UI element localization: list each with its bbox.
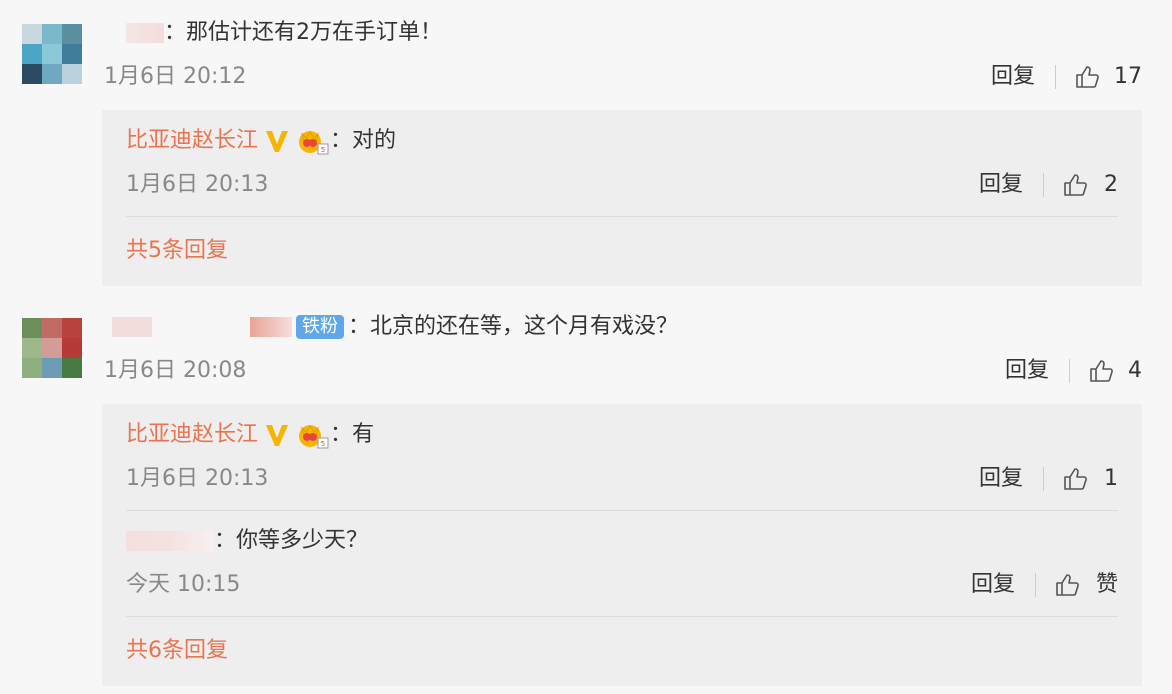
thumbs-up-icon[interactable]	[1062, 466, 1088, 492]
sub-reply-text: ：有	[330, 422, 375, 447]
like-count: 1	[1104, 466, 1118, 491]
thumbs-up-icon[interactable]	[1074, 64, 1100, 90]
thumbs-up-icon[interactable]	[1088, 358, 1114, 384]
sub-replies-box: 比亚迪赵长江 5 ：对的 1月6日 20:13 回复 2 共5条回复	[102, 110, 1142, 286]
sub-reply-time: 1月6日 20:13	[126, 172, 269, 197]
comment-text: ：北京的还在等，这个月有戏没？	[348, 314, 679, 339]
comment-actions: 回复 4	[1005, 356, 1142, 386]
sub-author-name[interactable]: 比亚迪赵长江	[126, 420, 258, 450]
verified-v-icon	[266, 425, 289, 446]
sub-reply-actions: 回复 赞	[971, 570, 1118, 600]
divider	[126, 216, 1118, 217]
svg-text:5: 5	[321, 146, 325, 154]
comment-text: ：那估计还有2万在手订单！	[164, 20, 442, 45]
sub-reply-actions: 回复 1	[979, 464, 1118, 494]
sub-replies-box: 比亚迪赵长江 5 ：有 1月6日 20:13 回复 1 ：你等多少天？ 今天 1…	[102, 404, 1142, 686]
sub-reply-time: 今天 10:15	[126, 572, 241, 597]
divider	[126, 616, 1118, 617]
redacted-username[interactable]	[126, 23, 164, 43]
divider	[126, 510, 1118, 511]
redacted-username-2	[250, 317, 292, 337]
avatar[interactable]	[22, 24, 82, 84]
thumbs-up-icon[interactable]	[1054, 572, 1080, 598]
sub-author-name[interactable]: 比亚迪赵长江	[126, 126, 258, 156]
thumbs-up-icon[interactable]	[1062, 172, 1088, 198]
comment-time: 1月6日 20:12	[104, 64, 247, 89]
verified-v-icon	[266, 131, 289, 152]
sub-reply-actions: 回复 2	[979, 170, 1118, 200]
more-replies-link[interactable]: 共5条回复	[126, 236, 228, 266]
like-count: 2	[1104, 172, 1118, 197]
like-label[interactable]: 赞	[1096, 570, 1118, 600]
sub-reply-line: 比亚迪赵长江 5 ：对的	[126, 126, 396, 156]
more-replies-link[interactable]: 共6条回复	[126, 636, 228, 666]
sub-reply-text: ：你等多少天？	[214, 528, 369, 553]
redacted-username[interactable]	[126, 531, 214, 551]
comment-actions: 回复 17	[991, 62, 1142, 92]
divider	[1055, 65, 1056, 89]
reply-button[interactable]: 回复	[991, 62, 1035, 92]
fan-badge: 铁粉	[296, 315, 344, 339]
divider	[1043, 467, 1044, 491]
comment-text-line: 铁粉 ：北京的还在等，这个月有戏没？	[112, 312, 678, 342]
sub-reply-line: ：你等多少天？	[126, 526, 368, 556]
reply-button[interactable]: 回复	[971, 570, 1015, 600]
like-count: 4	[1128, 358, 1142, 383]
like-count: 17	[1114, 64, 1142, 89]
crown-badge-icon: 5	[299, 131, 329, 155]
sub-reply-line: 比亚迪赵长江 5 ：有	[126, 420, 374, 450]
reply-button[interactable]: 回复	[979, 464, 1023, 494]
sub-reply-time: 1月6日 20:13	[126, 466, 269, 491]
sub-reply-text: ：对的	[330, 128, 397, 153]
reply-button[interactable]: 回复	[1005, 356, 1049, 386]
divider	[1034, 573, 1036, 597]
divider	[1069, 359, 1070, 383]
reply-button[interactable]: 回复	[979, 170, 1023, 200]
comment-time: 1月6日 20:08	[104, 358, 247, 383]
avatar[interactable]	[22, 318, 82, 378]
comment-text-line: ：那估计还有2万在手订单！	[126, 18, 442, 48]
svg-text:5: 5	[321, 440, 325, 448]
divider	[1043, 173, 1044, 197]
crown-badge-icon: 5	[299, 425, 329, 449]
redacted-username[interactable]	[112, 317, 152, 337]
